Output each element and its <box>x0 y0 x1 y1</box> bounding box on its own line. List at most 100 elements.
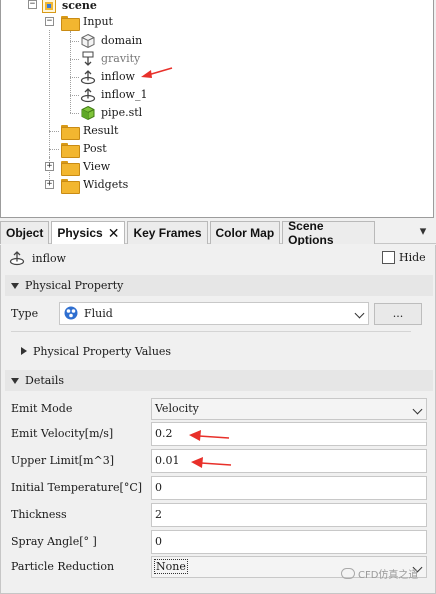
folder-icon <box>61 15 80 31</box>
tree-item-label: gravity <box>101 52 141 65</box>
section-title: Details <box>25 374 64 387</box>
divider <box>11 331 411 332</box>
type-label: Type <box>11 307 39 320</box>
inflow-emitter-icon <box>9 250 25 266</box>
close-icon[interactable]: ✕ <box>108 225 120 242</box>
tab-scene-options[interactable]: Scene Options <box>282 219 376 247</box>
tree-connector-line <box>70 41 79 42</box>
inflow-emitter-icon <box>80 87 96 103</box>
tree-item-label: inflow_1 <box>101 88 148 101</box>
expand-view-toggle[interactable]: + <box>45 162 54 171</box>
tree-connector-line <box>70 31 71 113</box>
tabs-dropdown-icon[interactable]: ▾ <box>416 225 430 239</box>
type-dropdown[interactable]: Fluid <box>59 302 369 325</box>
folder-icon <box>61 178 80 194</box>
annotation-arrow <box>191 457 232 468</box>
emit-mode-value: Velocity <box>155 402 199 415</box>
annotation-arrow <box>189 430 230 441</box>
annotation-arrow <box>141 67 173 78</box>
checkbox-box <box>382 251 395 264</box>
tree-item-label: pipe.stl <box>101 106 143 119</box>
tree-connector-line <box>49 131 59 132</box>
hide-label: Hide <box>399 251 426 264</box>
tab-label: Key Frames <box>133 226 202 240</box>
section-title: Physical Property Values <box>33 344 172 358</box>
tree-connector-line <box>49 149 59 150</box>
gravity-arrow-icon <box>80 51 96 67</box>
tree-item-pipe-stl[interactable]: pipe.stl <box>80 104 142 122</box>
fluid-icon <box>64 306 78 320</box>
cube-outline-icon <box>80 33 96 49</box>
tree-item-label: View <box>83 160 111 173</box>
collapse-scene-toggle[interactable]: − <box>28 0 37 9</box>
section-title: Physical Property <box>25 279 124 292</box>
initial-temperature-value: 0 <box>155 481 162 494</box>
physics-panel: inflow Hide Physical Property Type Fluid… <box>0 245 436 594</box>
emit-mode-label: Emit Mode <box>11 402 73 415</box>
upper-limit-label: Upper Limit[m^3] <box>11 454 115 467</box>
tab-physics[interactable]: Physics ✕ <box>51 221 126 244</box>
chevron-down-icon <box>412 404 423 415</box>
watermark: CFD仿真之道 <box>341 566 418 581</box>
spray-angle-value: 0 <box>155 535 162 548</box>
emit-velocity-label: Emit Velocity[m/s] <box>11 427 114 440</box>
folder-icon <box>61 124 80 140</box>
scene-icon <box>41 0 57 14</box>
properties-tab-bar: Object Physics ✕ Key Frames Color Map Sce… <box>0 219 436 247</box>
tree-item-input[interactable]: Input <box>61 13 113 31</box>
emit-velocity-value: 0.2 <box>155 427 173 440</box>
initial-temperature-label: Initial Temperature[°C] <box>11 481 143 494</box>
tree-item-label: Widgets <box>83 178 129 191</box>
tree-item-inflow-1[interactable]: inflow_1 <box>80 86 147 104</box>
tab-label: Color Map <box>215 226 275 240</box>
tree-item-post[interactable]: Post <box>61 140 107 158</box>
folder-icon <box>61 160 80 176</box>
thickness-input[interactable]: 2 <box>151 503 427 527</box>
folder-icon <box>61 142 80 158</box>
tree-connector-line <box>70 95 79 96</box>
emit-mode-dropdown[interactable]: Velocity <box>151 398 427 420</box>
chevron-down-icon <box>354 308 365 319</box>
thickness-label: Thickness <box>11 508 67 521</box>
hide-checkbox[interactable]: Hide <box>382 251 426 264</box>
tree-item-domain[interactable]: domain <box>80 32 142 50</box>
watermark-text: CFD仿真之道 <box>358 570 419 581</box>
green-cube-icon <box>80 105 96 121</box>
tab-color-map[interactable]: Color Map <box>209 221 281 244</box>
tree-item-label: Result <box>83 124 119 137</box>
type-more-button[interactable]: ... <box>374 303 422 325</box>
tree-item-view[interactable]: View <box>61 158 110 176</box>
particle-reduction-value: None <box>154 559 188 574</box>
initial-temperature-input[interactable]: 0 <box>151 476 427 500</box>
tree-item-inflow[interactable]: inflow <box>80 68 135 86</box>
collapse-input-toggle[interactable]: − <box>45 17 54 26</box>
spray-angle-label: Spray Angle[° ] <box>11 535 97 548</box>
details-header[interactable]: Details <box>5 370 433 391</box>
tree-connector-line <box>49 30 50 157</box>
spray-angle-input[interactable]: 0 <box>151 530 427 554</box>
tree-item-label: Input <box>83 15 113 28</box>
tab-object[interactable]: Object <box>0 221 50 244</box>
tree-item-gravity[interactable]: gravity <box>80 50 140 68</box>
tab-label: Scene Options <box>288 219 334 247</box>
thickness-value: 2 <box>155 508 162 521</box>
tree-connector-line <box>70 59 79 60</box>
physical-property-header[interactable]: Physical Property <box>5 275 433 296</box>
tree-connector-line <box>70 77 79 78</box>
inflow-emitter-icon <box>80 69 96 85</box>
tab-label: Object <box>6 226 44 240</box>
expand-triangle-icon <box>21 347 27 355</box>
scene-tree: − scene − Input domain gravity inflow in… <box>0 0 434 218</box>
tree-item-label: Post <box>83 142 107 155</box>
physical-property-values-header[interactable]: Physical Property Values <box>5 341 171 361</box>
tab-key-frames[interactable]: Key Frames <box>127 221 208 244</box>
tree-connector-line <box>70 113 79 114</box>
tree-item-label: domain <box>101 34 143 47</box>
tree-item-result[interactable]: Result <box>61 122 118 140</box>
tree-item-label: inflow <box>101 70 135 83</box>
particle-reduction-label: Particle Reduction <box>11 560 115 573</box>
tree-item-widgets[interactable]: Widgets <box>61 176 128 194</box>
expand-widgets-toggle[interactable]: + <box>45 180 54 189</box>
object-name: inflow <box>32 252 66 265</box>
tab-label: Physics <box>57 226 103 240</box>
